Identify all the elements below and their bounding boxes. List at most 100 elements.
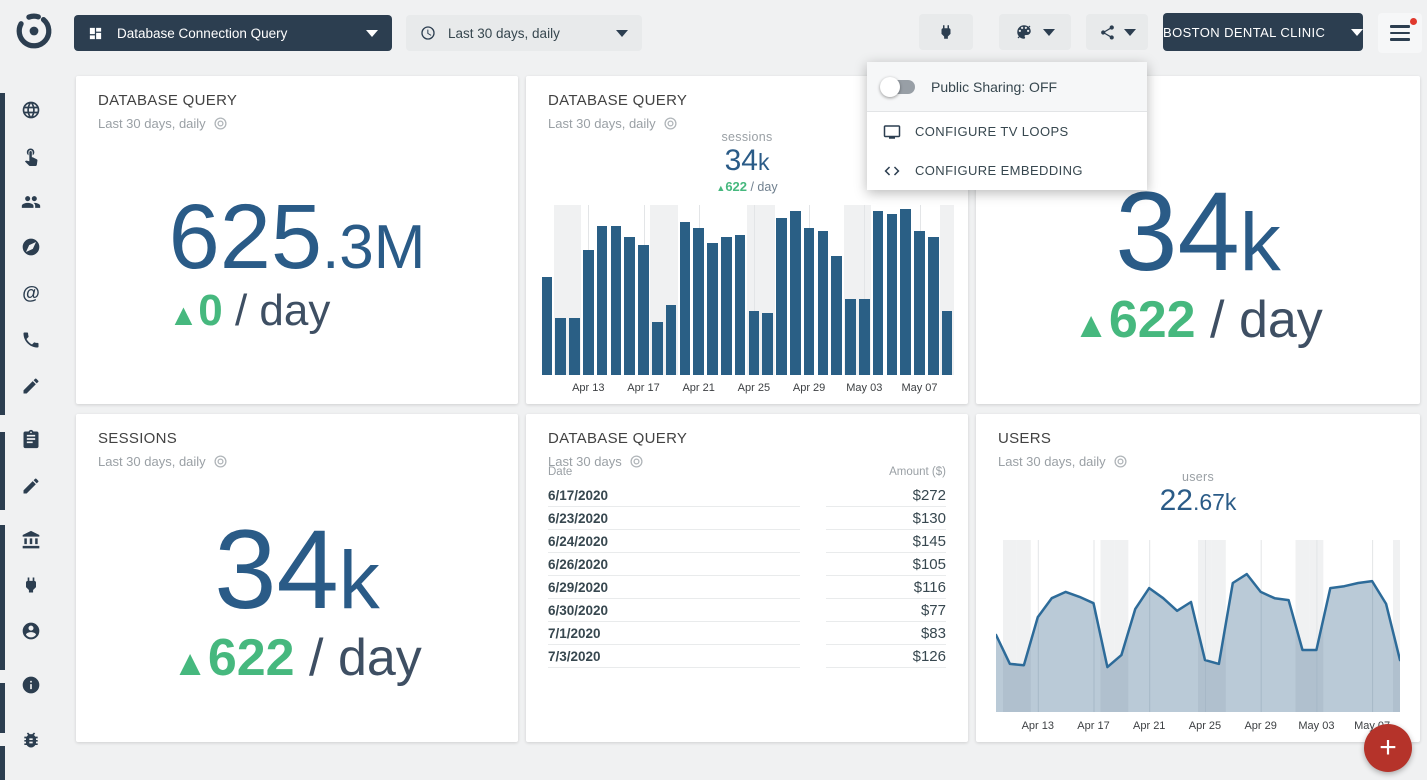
- up-triangle-icon: ▲: [172, 642, 208, 683]
- sidebar-item-users-icon[interactable]: [21, 192, 41, 212]
- bar-apr-12[interactable]: [569, 318, 580, 375]
- add-widget-button[interactable]: +: [1364, 724, 1412, 772]
- table-cell-date: 7/1/2020: [548, 622, 800, 645]
- sidebar-item-bank-icon[interactable]: [21, 530, 41, 550]
- x-axis-tick: Apr 13: [1010, 720, 1066, 732]
- table-cell-date: 6/23/2020: [548, 507, 800, 530]
- bar-apr-15[interactable]: [611, 226, 622, 375]
- amounts-table: 6/17/2020$2726/23/2020$1306/24/2020$1456…: [548, 484, 946, 668]
- bar-apr-28[interactable]: [790, 211, 801, 375]
- chevron-down-icon: [366, 30, 378, 37]
- bar-apr-27[interactable]: [776, 218, 787, 375]
- sidebar-item-at-sign-icon[interactable]: @: [21, 283, 41, 303]
- x-axis-tick: Apr 21: [1121, 720, 1177, 732]
- bar-apr-19[interactable]: [666, 305, 677, 375]
- sidebar-item-compose-icon[interactable]: [21, 476, 41, 496]
- bar-apr-30[interactable]: [818, 231, 829, 376]
- table-row: 6/29/2020$116: [548, 576, 946, 599]
- menu-item-label: CONFIGURE TV LOOPS: [915, 124, 1069, 139]
- bar-apr-24[interactable]: [735, 235, 746, 375]
- bar-apr-17[interactable]: [638, 245, 649, 375]
- sidebar-item-clipboard-icon[interactable]: [21, 429, 41, 449]
- card-subtitle: Last 30 days, daily: [998, 454, 1106, 469]
- hamburger-icon: [1390, 25, 1410, 41]
- table-header-date: Date: [548, 466, 572, 478]
- x-axis-tick: Apr 29: [1233, 720, 1289, 732]
- share-menu: Public Sharing: OFF CONFIGURE TV LOOPS CO…: [867, 62, 1147, 190]
- sidebar-item-globe-share-icon[interactable]: [21, 237, 41, 257]
- integrations-button[interactable]: [919, 14, 973, 50]
- time-range-selector[interactable]: Last 30 days, daily: [406, 15, 642, 51]
- table-row: 6/26/2020$105: [548, 553, 946, 576]
- bar-may-01[interactable]: [831, 256, 842, 375]
- card-sessions: SESSIONS Last 30 days, daily 34k ▲622 / …: [76, 414, 518, 742]
- bar-apr-21[interactable]: [693, 228, 704, 375]
- table-row: 7/1/2020 $83: [548, 622, 946, 645]
- share-button[interactable]: [1086, 14, 1148, 50]
- table-cell-amount: $126: [826, 645, 946, 668]
- bar-may-06[interactable]: [900, 209, 911, 375]
- sidebar-scroll-indicator: [0, 525, 5, 670]
- bar-apr-26[interactable]: [762, 313, 773, 375]
- bar-may-09[interactable]: [942, 311, 953, 375]
- series-label: users: [976, 470, 1420, 484]
- sidebar-item-bug-icon[interactable]: [21, 730, 41, 750]
- x-axis-tick: Apr 21: [671, 382, 727, 394]
- bar-apr-22[interactable]: [707, 243, 718, 375]
- sidebar-scroll-indicator: [0, 683, 5, 733]
- share-icon: [1099, 24, 1116, 41]
- menu-item-configure-embedding[interactable]: CONFIGURE EMBEDDING: [867, 151, 1147, 190]
- table-cell-amount: $105: [826, 553, 946, 576]
- target-icon: [1114, 455, 1127, 468]
- bar-apr-16[interactable]: [624, 237, 635, 375]
- sidebar-item-globe-icon[interactable]: [21, 100, 41, 120]
- bar-apr-13[interactable]: [583, 250, 594, 375]
- bar-may-03[interactable]: [859, 299, 870, 376]
- bar-apr-29[interactable]: [804, 228, 815, 375]
- bar-apr-23[interactable]: [721, 237, 732, 375]
- up-triangle-icon: ▲: [716, 183, 725, 193]
- table-cell-amount: $116: [826, 576, 946, 599]
- sidebar-item-phone-icon[interactable]: [21, 330, 41, 350]
- account-selector[interactable]: BOSTON DENTAL CLINIC: [1163, 13, 1363, 51]
- sidebar-item-person-icon[interactable]: [21, 621, 41, 641]
- main-menu-button[interactable]: [1378, 13, 1422, 53]
- bar-may-07[interactable]: [914, 231, 925, 376]
- x-axis-tick: Apr 17: [616, 382, 672, 394]
- card-users: USERS Last 30 days, daily users 22.67k A…: [976, 414, 1420, 742]
- users-area-chart[interactable]: [996, 540, 1400, 712]
- table-cell-amount: $83: [826, 622, 946, 645]
- bar-apr-20[interactable]: [680, 222, 691, 375]
- dashboard-selector[interactable]: Database Connection Query: [74, 15, 392, 51]
- up-triangle-icon: ▲: [1073, 304, 1109, 345]
- bar-may-04[interactable]: [873, 211, 884, 375]
- clock-icon: [420, 25, 436, 41]
- menu-item-configure-tv-loops[interactable]: CONFIGURE TV LOOPS: [867, 112, 1147, 151]
- bar-apr-18[interactable]: [652, 322, 663, 375]
- sidebar-item-touch-icon[interactable]: [21, 146, 41, 166]
- sidebar-item-plug-icon[interactable]: [21, 575, 41, 595]
- bar-may-08[interactable]: [928, 237, 939, 375]
- top-bar: Database Connection Query Last 30 days, …: [0, 0, 1427, 62]
- sidebar-item-info-icon[interactable]: [21, 675, 41, 695]
- sessions-bar-chart[interactable]: [540, 205, 954, 375]
- sidebar-item-edit-icon[interactable]: [21, 376, 41, 396]
- table-cell-amount: $145: [826, 530, 946, 553]
- chevron-down-icon: [616, 30, 628, 37]
- bar-apr-25[interactable]: [749, 311, 760, 375]
- theme-button[interactable]: [999, 14, 1071, 50]
- kpi-value: 22.67k: [976, 484, 1420, 519]
- menu-item-label: CONFIGURE EMBEDDING: [915, 163, 1083, 178]
- bar-may-05[interactable]: [887, 214, 898, 376]
- sidebar-scroll-indicator: [0, 432, 5, 510]
- bar-may-02[interactable]: [845, 299, 856, 376]
- bar-apr-10[interactable]: [542, 277, 553, 375]
- tv-icon: [883, 123, 901, 141]
- public-sharing-toggle-row[interactable]: Public Sharing: OFF: [867, 62, 1147, 112]
- dashboard-selector-label: Database Connection Query: [117, 26, 287, 41]
- kpi-value: 34k: [1073, 176, 1323, 288]
- toggle-off-icon[interactable]: [883, 80, 915, 94]
- bar-apr-14[interactable]: [597, 226, 608, 375]
- bar-apr-11[interactable]: [555, 318, 566, 375]
- up-triangle-icon: ▲: [169, 299, 199, 332]
